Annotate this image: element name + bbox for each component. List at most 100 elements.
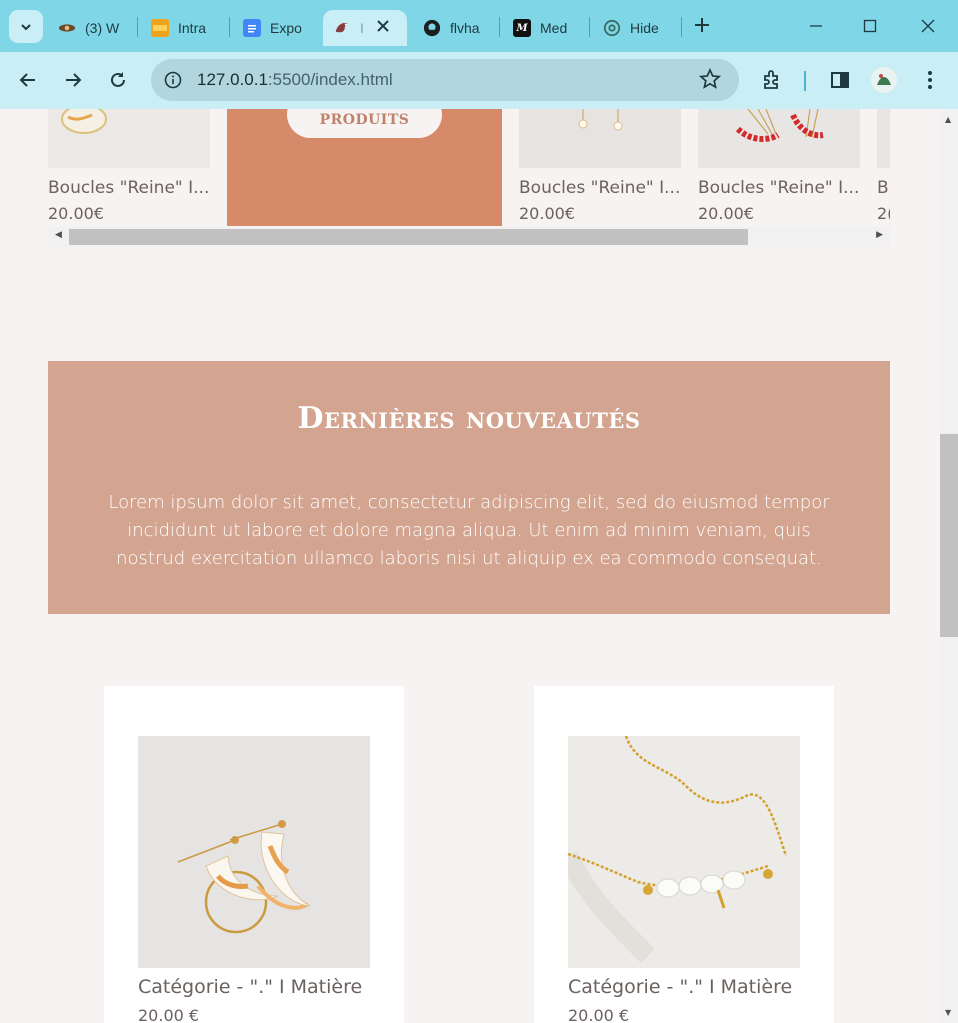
tab-separator: [499, 17, 500, 37]
new-tab-button[interactable]: [690, 13, 714, 39]
address-bar[interactable]: 127.0.0.1:5500/index.html: [151, 59, 739, 101]
section-description: Lorem ipsum dolor sit amet, consectetur …: [108, 492, 830, 569]
scrollbar-thumb[interactable]: [69, 229, 748, 245]
tab-3[interactable]: Expo: [243, 10, 309, 46]
tab-1[interactable]: (3) W: [58, 10, 126, 46]
product-category: Catégorie - "." I Matière: [138, 976, 363, 998]
tab-2[interactable]: Intra: [151, 10, 217, 46]
tab-separator: [229, 17, 230, 37]
minimize-icon: [810, 25, 822, 27]
product-price: 20.00€: [519, 204, 575, 223]
tab-strip: (3) W Intra Expo I flvha M Med Hide: [0, 0, 958, 52]
reload-icon: [111, 72, 125, 87]
browser-toolbar: 127.0.0.1:5500/index.html: [0, 52, 958, 109]
tab-separator: [681, 17, 682, 37]
toolbar-separator: [804, 71, 806, 91]
close-icon[interactable]: [375, 18, 391, 37]
forward-button[interactable]: [58, 65, 88, 95]
eye-favicon: [58, 19, 76, 37]
more-vertical-icon: [928, 71, 932, 89]
tab-title: Expo: [270, 20, 302, 36]
scroll-down-icon[interactable]: ▼: [945, 1008, 951, 1017]
openai-favicon: [603, 19, 621, 37]
avatar: [871, 67, 897, 93]
tab-6[interactable]: M Med: [513, 10, 577, 46]
github-favicon: [423, 19, 441, 37]
scrollbar-thumb[interactable]: [940, 434, 958, 637]
puzzle-icon: [764, 70, 778, 89]
side-panel-button[interactable]: [825, 65, 855, 95]
product-price: 20.00 €: [138, 1006, 200, 1023]
carousel-card[interactable]: Boucles "Reine" I... 20.00€: [519, 109, 681, 223]
side-panel-icon: [831, 72, 849, 88]
docs-favicon: [243, 19, 261, 37]
products-button[interactable]: PRODUITS: [287, 109, 442, 138]
product-price: 2(: [877, 204, 890, 223]
menu-button[interactable]: [915, 65, 945, 95]
carousel-card[interactable]: Boucles "Reine" I... 20.00€: [698, 109, 860, 223]
url-path: :5500/index.html: [267, 70, 393, 89]
back-button[interactable]: [13, 65, 43, 95]
close-window-button[interactable]: [913, 12, 943, 40]
plus-icon: [695, 18, 709, 32]
carousel-scrollbar[interactable]: ◀ ▶: [48, 227, 890, 247]
product-card[interactable]: Catégorie - "." I Matière 20.00 €: [104, 686, 404, 1023]
medium-favicon: M: [513, 19, 531, 37]
product-image: [568, 736, 800, 968]
tab-title: Hide: [630, 20, 659, 36]
scroll-up-icon[interactable]: ▲: [945, 115, 951, 124]
scroll-right-icon[interactable]: ▶: [876, 230, 883, 240]
tab-title: I: [360, 20, 364, 36]
product-image: [48, 109, 210, 168]
tab-7[interactable]: Hide: [603, 10, 669, 46]
url-host: 127.0.0.1: [197, 70, 268, 89]
product-price: 20.00 €: [568, 1006, 630, 1023]
new-arrivals-banner: Dernières nouveautés Lorem ipsum dolor s…: [48, 361, 890, 614]
page-viewport: Boucles "Reine" I... 20.00€ PRODUITS Bou…: [0, 109, 940, 1023]
arrow-right-icon: [66, 73, 82, 87]
tab-title: flvha: [450, 20, 480, 36]
minimize-button[interactable]: [801, 12, 831, 40]
section-title: Dernières nouveautés: [297, 401, 641, 436]
site-info-button[interactable]: [159, 66, 187, 94]
bookmark-button[interactable]: [698, 67, 722, 94]
reload-button[interactable]: [103, 65, 133, 95]
promo-tile: PRODUITS: [227, 109, 502, 226]
maximize-icon: [863, 19, 877, 33]
tab-title: Med: [540, 20, 568, 36]
product-name: Boucles "Reine" I...: [698, 178, 860, 198]
tab-title: Intra: [178, 20, 207, 36]
tab-separator: [589, 17, 590, 37]
product-image: [138, 736, 370, 968]
page-scrollbar[interactable]: ▲ ▼: [940, 109, 958, 1023]
product-card[interactable]: Catégorie - "." I Matière 20.00 €: [534, 686, 834, 1023]
profile-avatar[interactable]: [869, 65, 899, 95]
tab-search-button[interactable]: [9, 10, 43, 43]
product-category: Catégorie - "." I Matière: [568, 976, 793, 998]
tab-4-active[interactable]: I: [323, 10, 407, 46]
chevron-down-icon: [21, 23, 31, 30]
carousel-card-partial[interactable]: B 2(: [877, 109, 890, 226]
product-image: [698, 109, 860, 168]
tab-separator: [137, 17, 138, 37]
tab-title: (3) W: [85, 20, 120, 36]
product-price: 20.00€: [698, 204, 754, 223]
bird-favicon: [333, 19, 351, 37]
extensions-button[interactable]: [757, 65, 787, 95]
info-icon: [164, 71, 182, 89]
intranet-favicon: [151, 19, 169, 37]
url-text[interactable]: 127.0.0.1:5500/index.html: [197, 70, 393, 90]
product-name: B: [877, 178, 889, 198]
product-name: Boucles "Reine" I...: [519, 178, 681, 198]
product-image: [877, 109, 890, 168]
close-icon: [921, 19, 935, 33]
product-name: Boucles "Reine" I...: [48, 178, 210, 198]
scroll-left-icon[interactable]: ◀: [55, 230, 62, 240]
maximize-button[interactable]: [855, 12, 885, 40]
product-price: 20.00€: [48, 204, 104, 223]
product-image: [519, 109, 681, 168]
arrow-left-icon: [19, 73, 35, 87]
carousel-card[interactable]: Boucles "Reine" I... 20.00€: [48, 109, 210, 223]
star-icon: [698, 67, 722, 89]
tab-5[interactable]: flvha: [423, 10, 487, 46]
